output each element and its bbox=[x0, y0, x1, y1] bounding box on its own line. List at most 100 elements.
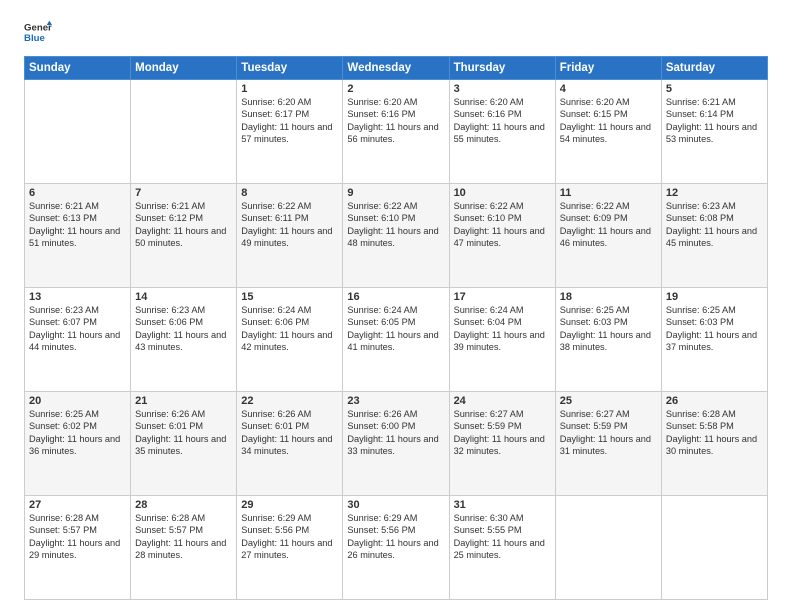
day-number: 24 bbox=[454, 395, 551, 407]
calendar-cell: 22Sunrise: 6:26 AM Sunset: 6:01 PM Dayli… bbox=[237, 392, 343, 496]
week-row-1: 6Sunrise: 6:21 AM Sunset: 6:13 PM Daylig… bbox=[25, 184, 768, 288]
cell-content: Sunrise: 6:21 AM Sunset: 6:14 PM Dayligh… bbox=[666, 96, 763, 146]
day-number: 7 bbox=[135, 187, 232, 199]
calendar-cell: 15Sunrise: 6:24 AM Sunset: 6:06 PM Dayli… bbox=[237, 288, 343, 392]
cell-content: Sunrise: 6:29 AM Sunset: 5:56 PM Dayligh… bbox=[241, 512, 338, 562]
day-number: 14 bbox=[135, 291, 232, 303]
day-number: 9 bbox=[347, 187, 444, 199]
calendar-cell: 17Sunrise: 6:24 AM Sunset: 6:04 PM Dayli… bbox=[449, 288, 555, 392]
day-number: 11 bbox=[560, 187, 657, 199]
calendar-cell: 4Sunrise: 6:20 AM Sunset: 6:15 PM Daylig… bbox=[555, 80, 661, 184]
calendar-cell: 9Sunrise: 6:22 AM Sunset: 6:10 PM Daylig… bbox=[343, 184, 449, 288]
cell-content: Sunrise: 6:26 AM Sunset: 6:01 PM Dayligh… bbox=[135, 408, 232, 458]
calendar-cell: 23Sunrise: 6:26 AM Sunset: 6:00 PM Dayli… bbox=[343, 392, 449, 496]
cell-content: Sunrise: 6:26 AM Sunset: 6:01 PM Dayligh… bbox=[241, 408, 338, 458]
cell-content: Sunrise: 6:24 AM Sunset: 6:04 PM Dayligh… bbox=[454, 304, 551, 354]
calendar-cell: 25Sunrise: 6:27 AM Sunset: 5:59 PM Dayli… bbox=[555, 392, 661, 496]
cell-content: Sunrise: 6:28 AM Sunset: 5:57 PM Dayligh… bbox=[29, 512, 126, 562]
calendar-cell: 30Sunrise: 6:29 AM Sunset: 5:56 PM Dayli… bbox=[343, 496, 449, 600]
day-number: 4 bbox=[560, 83, 657, 95]
weekday-header-monday: Monday bbox=[131, 57, 237, 80]
calendar-cell: 5Sunrise: 6:21 AM Sunset: 6:14 PM Daylig… bbox=[661, 80, 767, 184]
calendar-table: SundayMondayTuesdayWednesdayThursdayFrid… bbox=[24, 56, 768, 600]
calendar-cell: 19Sunrise: 6:25 AM Sunset: 6:03 PM Dayli… bbox=[661, 288, 767, 392]
calendar-cell: 11Sunrise: 6:22 AM Sunset: 6:09 PM Dayli… bbox=[555, 184, 661, 288]
cell-content: Sunrise: 6:25 AM Sunset: 6:03 PM Dayligh… bbox=[560, 304, 657, 354]
cell-content: Sunrise: 6:23 AM Sunset: 6:06 PM Dayligh… bbox=[135, 304, 232, 354]
day-number: 18 bbox=[560, 291, 657, 303]
svg-text:Blue: Blue bbox=[24, 33, 45, 44]
cell-content: Sunrise: 6:25 AM Sunset: 6:02 PM Dayligh… bbox=[29, 408, 126, 458]
day-number: 12 bbox=[666, 187, 763, 199]
cell-content: Sunrise: 6:22 AM Sunset: 6:10 PM Dayligh… bbox=[454, 200, 551, 250]
day-number: 1 bbox=[241, 83, 338, 95]
calendar-cell: 6Sunrise: 6:21 AM Sunset: 6:13 PM Daylig… bbox=[25, 184, 131, 288]
day-number: 27 bbox=[29, 499, 126, 511]
cell-content: Sunrise: 6:21 AM Sunset: 6:12 PM Dayligh… bbox=[135, 200, 232, 250]
calendar-cell: 21Sunrise: 6:26 AM Sunset: 6:01 PM Dayli… bbox=[131, 392, 237, 496]
day-number: 28 bbox=[135, 499, 232, 511]
cell-content: Sunrise: 6:20 AM Sunset: 6:15 PM Dayligh… bbox=[560, 96, 657, 146]
day-number: 3 bbox=[454, 83, 551, 95]
weekday-header-friday: Friday bbox=[555, 57, 661, 80]
calendar-cell: 14Sunrise: 6:23 AM Sunset: 6:06 PM Dayli… bbox=[131, 288, 237, 392]
day-number: 21 bbox=[135, 395, 232, 407]
cell-content: Sunrise: 6:25 AM Sunset: 6:03 PM Dayligh… bbox=[666, 304, 763, 354]
cell-content: Sunrise: 6:26 AM Sunset: 6:00 PM Dayligh… bbox=[347, 408, 444, 458]
calendar-cell bbox=[131, 80, 237, 184]
day-number: 15 bbox=[241, 291, 338, 303]
cell-content: Sunrise: 6:20 AM Sunset: 6:17 PM Dayligh… bbox=[241, 96, 338, 146]
day-number: 25 bbox=[560, 395, 657, 407]
day-number: 10 bbox=[454, 187, 551, 199]
cell-content: Sunrise: 6:22 AM Sunset: 6:11 PM Dayligh… bbox=[241, 200, 338, 250]
cell-content: Sunrise: 6:20 AM Sunset: 6:16 PM Dayligh… bbox=[347, 96, 444, 146]
calendar-cell: 13Sunrise: 6:23 AM Sunset: 6:07 PM Dayli… bbox=[25, 288, 131, 392]
cell-content: Sunrise: 6:20 AM Sunset: 6:16 PM Dayligh… bbox=[454, 96, 551, 146]
calendar-cell: 8Sunrise: 6:22 AM Sunset: 6:11 PM Daylig… bbox=[237, 184, 343, 288]
week-row-2: 13Sunrise: 6:23 AM Sunset: 6:07 PM Dayli… bbox=[25, 288, 768, 392]
day-number: 30 bbox=[347, 499, 444, 511]
calendar-cell: 10Sunrise: 6:22 AM Sunset: 6:10 PM Dayli… bbox=[449, 184, 555, 288]
calendar-cell: 28Sunrise: 6:28 AM Sunset: 5:57 PM Dayli… bbox=[131, 496, 237, 600]
calendar-cell: 27Sunrise: 6:28 AM Sunset: 5:57 PM Dayli… bbox=[25, 496, 131, 600]
cell-content: Sunrise: 6:24 AM Sunset: 6:05 PM Dayligh… bbox=[347, 304, 444, 354]
day-number: 29 bbox=[241, 499, 338, 511]
cell-content: Sunrise: 6:23 AM Sunset: 6:08 PM Dayligh… bbox=[666, 200, 763, 250]
day-number: 22 bbox=[241, 395, 338, 407]
cell-content: Sunrise: 6:22 AM Sunset: 6:09 PM Dayligh… bbox=[560, 200, 657, 250]
calendar-cell: 2Sunrise: 6:20 AM Sunset: 6:16 PM Daylig… bbox=[343, 80, 449, 184]
day-number: 19 bbox=[666, 291, 763, 303]
header: General Blue bbox=[24, 18, 768, 46]
calendar-cell: 16Sunrise: 6:24 AM Sunset: 6:05 PM Dayli… bbox=[343, 288, 449, 392]
weekday-header-saturday: Saturday bbox=[661, 57, 767, 80]
cell-content: Sunrise: 6:22 AM Sunset: 6:10 PM Dayligh… bbox=[347, 200, 444, 250]
day-number: 2 bbox=[347, 83, 444, 95]
day-number: 20 bbox=[29, 395, 126, 407]
calendar-cell: 29Sunrise: 6:29 AM Sunset: 5:56 PM Dayli… bbox=[237, 496, 343, 600]
day-number: 6 bbox=[29, 187, 126, 199]
weekday-header-wednesday: Wednesday bbox=[343, 57, 449, 80]
cell-content: Sunrise: 6:30 AM Sunset: 5:55 PM Dayligh… bbox=[454, 512, 551, 562]
calendar-cell: 24Sunrise: 6:27 AM Sunset: 5:59 PM Dayli… bbox=[449, 392, 555, 496]
weekday-header-sunday: Sunday bbox=[25, 57, 131, 80]
weekday-header-row: SundayMondayTuesdayWednesdayThursdayFrid… bbox=[25, 57, 768, 80]
calendar-cell bbox=[661, 496, 767, 600]
cell-content: Sunrise: 6:28 AM Sunset: 5:57 PM Dayligh… bbox=[135, 512, 232, 562]
calendar-cell: 1Sunrise: 6:20 AM Sunset: 6:17 PM Daylig… bbox=[237, 80, 343, 184]
cell-content: Sunrise: 6:21 AM Sunset: 6:13 PM Dayligh… bbox=[29, 200, 126, 250]
day-number: 5 bbox=[666, 83, 763, 95]
calendar-cell: 20Sunrise: 6:25 AM Sunset: 6:02 PM Dayli… bbox=[25, 392, 131, 496]
cell-content: Sunrise: 6:23 AM Sunset: 6:07 PM Dayligh… bbox=[29, 304, 126, 354]
calendar-cell: 3Sunrise: 6:20 AM Sunset: 6:16 PM Daylig… bbox=[449, 80, 555, 184]
calendar-cell: 18Sunrise: 6:25 AM Sunset: 6:03 PM Dayli… bbox=[555, 288, 661, 392]
day-number: 31 bbox=[454, 499, 551, 511]
weekday-header-tuesday: Tuesday bbox=[237, 57, 343, 80]
calendar-cell bbox=[25, 80, 131, 184]
calendar-cell bbox=[555, 496, 661, 600]
cell-content: Sunrise: 6:24 AM Sunset: 6:06 PM Dayligh… bbox=[241, 304, 338, 354]
calendar-cell: 7Sunrise: 6:21 AM Sunset: 6:12 PM Daylig… bbox=[131, 184, 237, 288]
day-number: 13 bbox=[29, 291, 126, 303]
day-number: 16 bbox=[347, 291, 444, 303]
day-number: 26 bbox=[666, 395, 763, 407]
weekday-header-thursday: Thursday bbox=[449, 57, 555, 80]
